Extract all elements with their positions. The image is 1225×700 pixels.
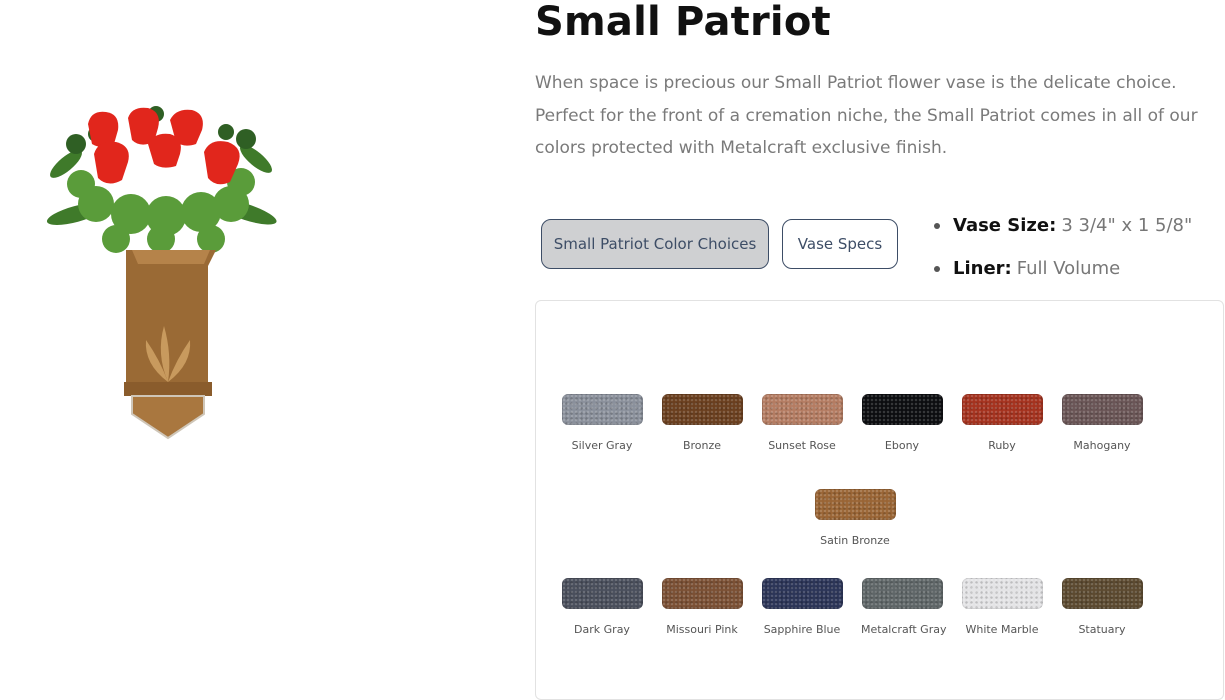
bullet-icon [934, 222, 940, 229]
swatch-label: Ruby [988, 439, 1016, 452]
swatch-label: Silver Gray [571, 439, 633, 452]
vase-with-roses-image [46, 106, 277, 440]
spec-label: Vase Size: [953, 215, 1057, 236]
swatch-label: Statuary [1078, 623, 1126, 636]
swatch-chip [661, 578, 743, 609]
swatch-chip [861, 578, 943, 609]
swatch-label: Satin Bronze [820, 534, 890, 547]
color-swatch-ebony[interactable]: Ebony [861, 394, 943, 452]
swatch-chip [961, 394, 1043, 425]
color-swatch-dark-gray[interactable]: Dark Gray [561, 578, 643, 636]
swatch-chip [761, 394, 843, 425]
swatch-chip [561, 394, 643, 425]
spec-value: 3 3/4" x 1 5/8" [1061, 215, 1193, 236]
color-swatch-mahogany[interactable]: Mahogany [1061, 394, 1143, 452]
swatch-label: Mahogany [1073, 439, 1131, 452]
color-swatch-sapphire-blue[interactable]: Sapphire Blue [761, 578, 843, 636]
color-swatch-panel: Silver Gray Bronze Sunset Rose Ebony Rub… [535, 300, 1224, 700]
swatch-label: Sunset Rose [768, 439, 836, 452]
swatch-chip [1061, 578, 1143, 609]
swatch-chip [814, 489, 896, 520]
color-swatch-metalcraft-gray[interactable]: Metalcraft Gray [861, 578, 947, 636]
product-description: When space is precious our Small Patriot… [535, 73, 1198, 158]
swatch-label: White Marble [965, 623, 1039, 636]
swatch-label: Sapphire Blue [763, 623, 841, 636]
swatch-label: Missouri Pink [666, 623, 738, 636]
color-swatch-satin-bronze[interactable]: Satin Bronze [814, 489, 896, 547]
swatch-chip [761, 578, 843, 609]
spec-item-liner: Liner: Full Volume [934, 247, 1192, 290]
color-swatch-missouri-pink[interactable]: Missouri Pink [661, 578, 743, 636]
bullet-icon [934, 265, 940, 272]
product-title: Small Patriot [535, 0, 831, 45]
color-swatch-ruby[interactable]: Ruby [961, 394, 1043, 452]
swatch-chip [861, 394, 943, 425]
spec-label: Liner: [953, 258, 1012, 279]
swatch-label: Ebony [884, 439, 920, 452]
spec-item-vase-size: Vase Size: 3 3/4" x 1 5/8" [934, 204, 1192, 247]
swatch-chip [1061, 394, 1143, 425]
product-image [36, 104, 286, 444]
swatch-label: Bronze [682, 439, 722, 452]
swatch-chip [561, 578, 643, 609]
color-swatch-white-marble[interactable]: White Marble [961, 578, 1043, 636]
swatch-label: Dark Gray [574, 623, 630, 636]
spec-value: Full Volume [1016, 258, 1121, 279]
swatch-chip [661, 394, 743, 425]
color-swatch-bronze[interactable]: Bronze [661, 394, 743, 452]
swatch-label: Metalcraft Gray [861, 623, 947, 636]
color-swatch-sunset-rose[interactable]: Sunset Rose [761, 394, 843, 452]
tab-vase-specs[interactable]: Vase Specs [782, 219, 898, 269]
color-swatch-silver-gray[interactable]: Silver Gray [561, 394, 643, 452]
tab-color-choices[interactable]: Small Patriot Color Choices [541, 219, 769, 269]
swatch-chip [961, 578, 1043, 609]
color-swatch-statuary[interactable]: Statuary [1061, 578, 1143, 636]
spec-list: Vase Size: 3 3/4" x 1 5/8" Liner: Full V… [934, 204, 1192, 290]
